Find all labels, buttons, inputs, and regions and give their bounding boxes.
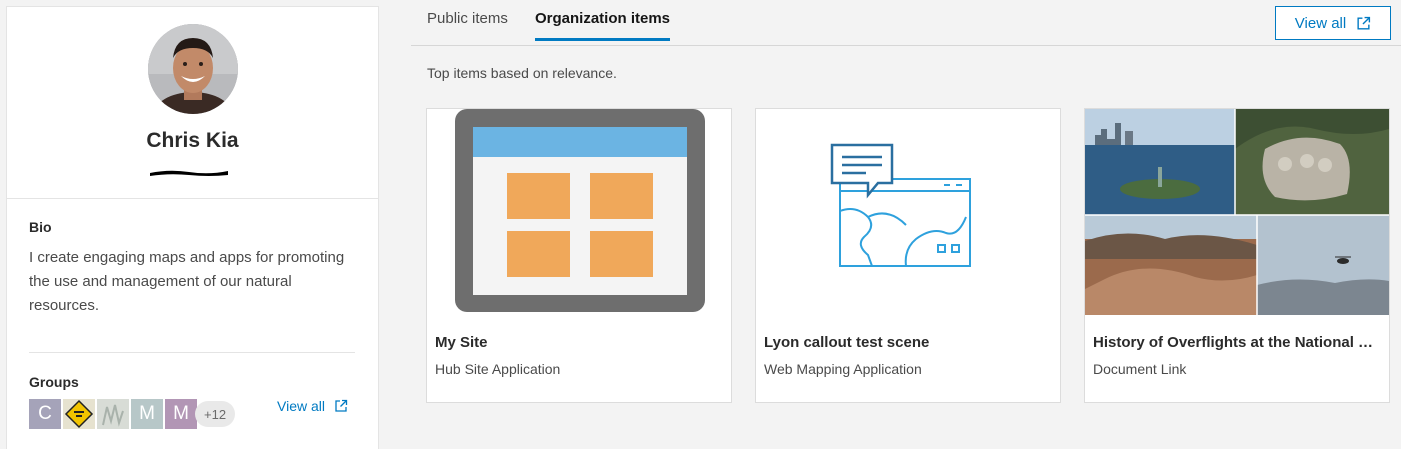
groups-view-all-link[interactable]: View all [277, 398, 348, 414]
user-full-name: Chris Kia [146, 129, 239, 152]
hub-site-thumbnail [427, 109, 731, 315]
items-tab-bar: Public items Organization items View all [411, 0, 1401, 46]
road-sign-icon [63, 399, 95, 429]
item-title[interactable]: Lyon callout test scene [764, 334, 1052, 351]
redacted-username [150, 170, 228, 176]
profile-header: Chris Kia [7, 7, 378, 199]
item-card[interactable]: Lyon callout test scene Web Mapping Appl… [755, 108, 1061, 403]
group-thumbnail[interactable] [63, 399, 95, 429]
sketch-thumbnail-icon [97, 399, 129, 429]
bio-section: Bio I create engaging maps and apps for … [7, 199, 378, 318]
groups-title: Groups [29, 374, 79, 390]
bio-title: Bio [29, 219, 52, 235]
photo-collage-thumbnail [1085, 109, 1389, 315]
tab-public-items[interactable]: Public items [427, 10, 508, 39]
items-subtitle: Top items based on relevance. [427, 65, 617, 81]
group-thumbnail[interactable]: C [29, 399, 61, 429]
groups-list: C M M +12 [29, 399, 236, 429]
item-card[interactable]: My Site Hub Site Application [426, 108, 732, 403]
tab-organization-items[interactable]: Organization items [535, 10, 671, 41]
group-thumbnail[interactable]: M [165, 399, 197, 429]
section-divider [29, 352, 355, 353]
view-all-button[interactable]: View all [1275, 6, 1391, 40]
group-thumbnail[interactable] [97, 399, 129, 429]
groups-view-all-label: View all [277, 398, 325, 414]
external-link-icon [335, 399, 348, 412]
view-all-label: View all [1294, 14, 1347, 32]
external-link-icon [1357, 16, 1371, 30]
item-title[interactable]: History of Overflights at the National P… [1093, 334, 1381, 351]
item-card[interactable]: History of Overflights at the National P… [1084, 108, 1390, 403]
more-groups-badge[interactable]: +12 [195, 401, 236, 427]
avatar-photo [148, 24, 238, 114]
item-type: Hub Site Application [435, 361, 561, 377]
profile-panel: Chris Kia Bio I create engaging maps and… [6, 6, 379, 449]
bio-text: I create engaging maps and apps for prom… [29, 249, 345, 314]
item-type: Document Link [1093, 361, 1187, 377]
item-title[interactable]: My Site [435, 334, 723, 351]
web-map-app-thumbnail [756, 109, 1060, 315]
avatar[interactable] [148, 24, 238, 114]
item-type: Web Mapping Application [764, 361, 922, 377]
group-thumbnail[interactable]: M [131, 399, 163, 429]
